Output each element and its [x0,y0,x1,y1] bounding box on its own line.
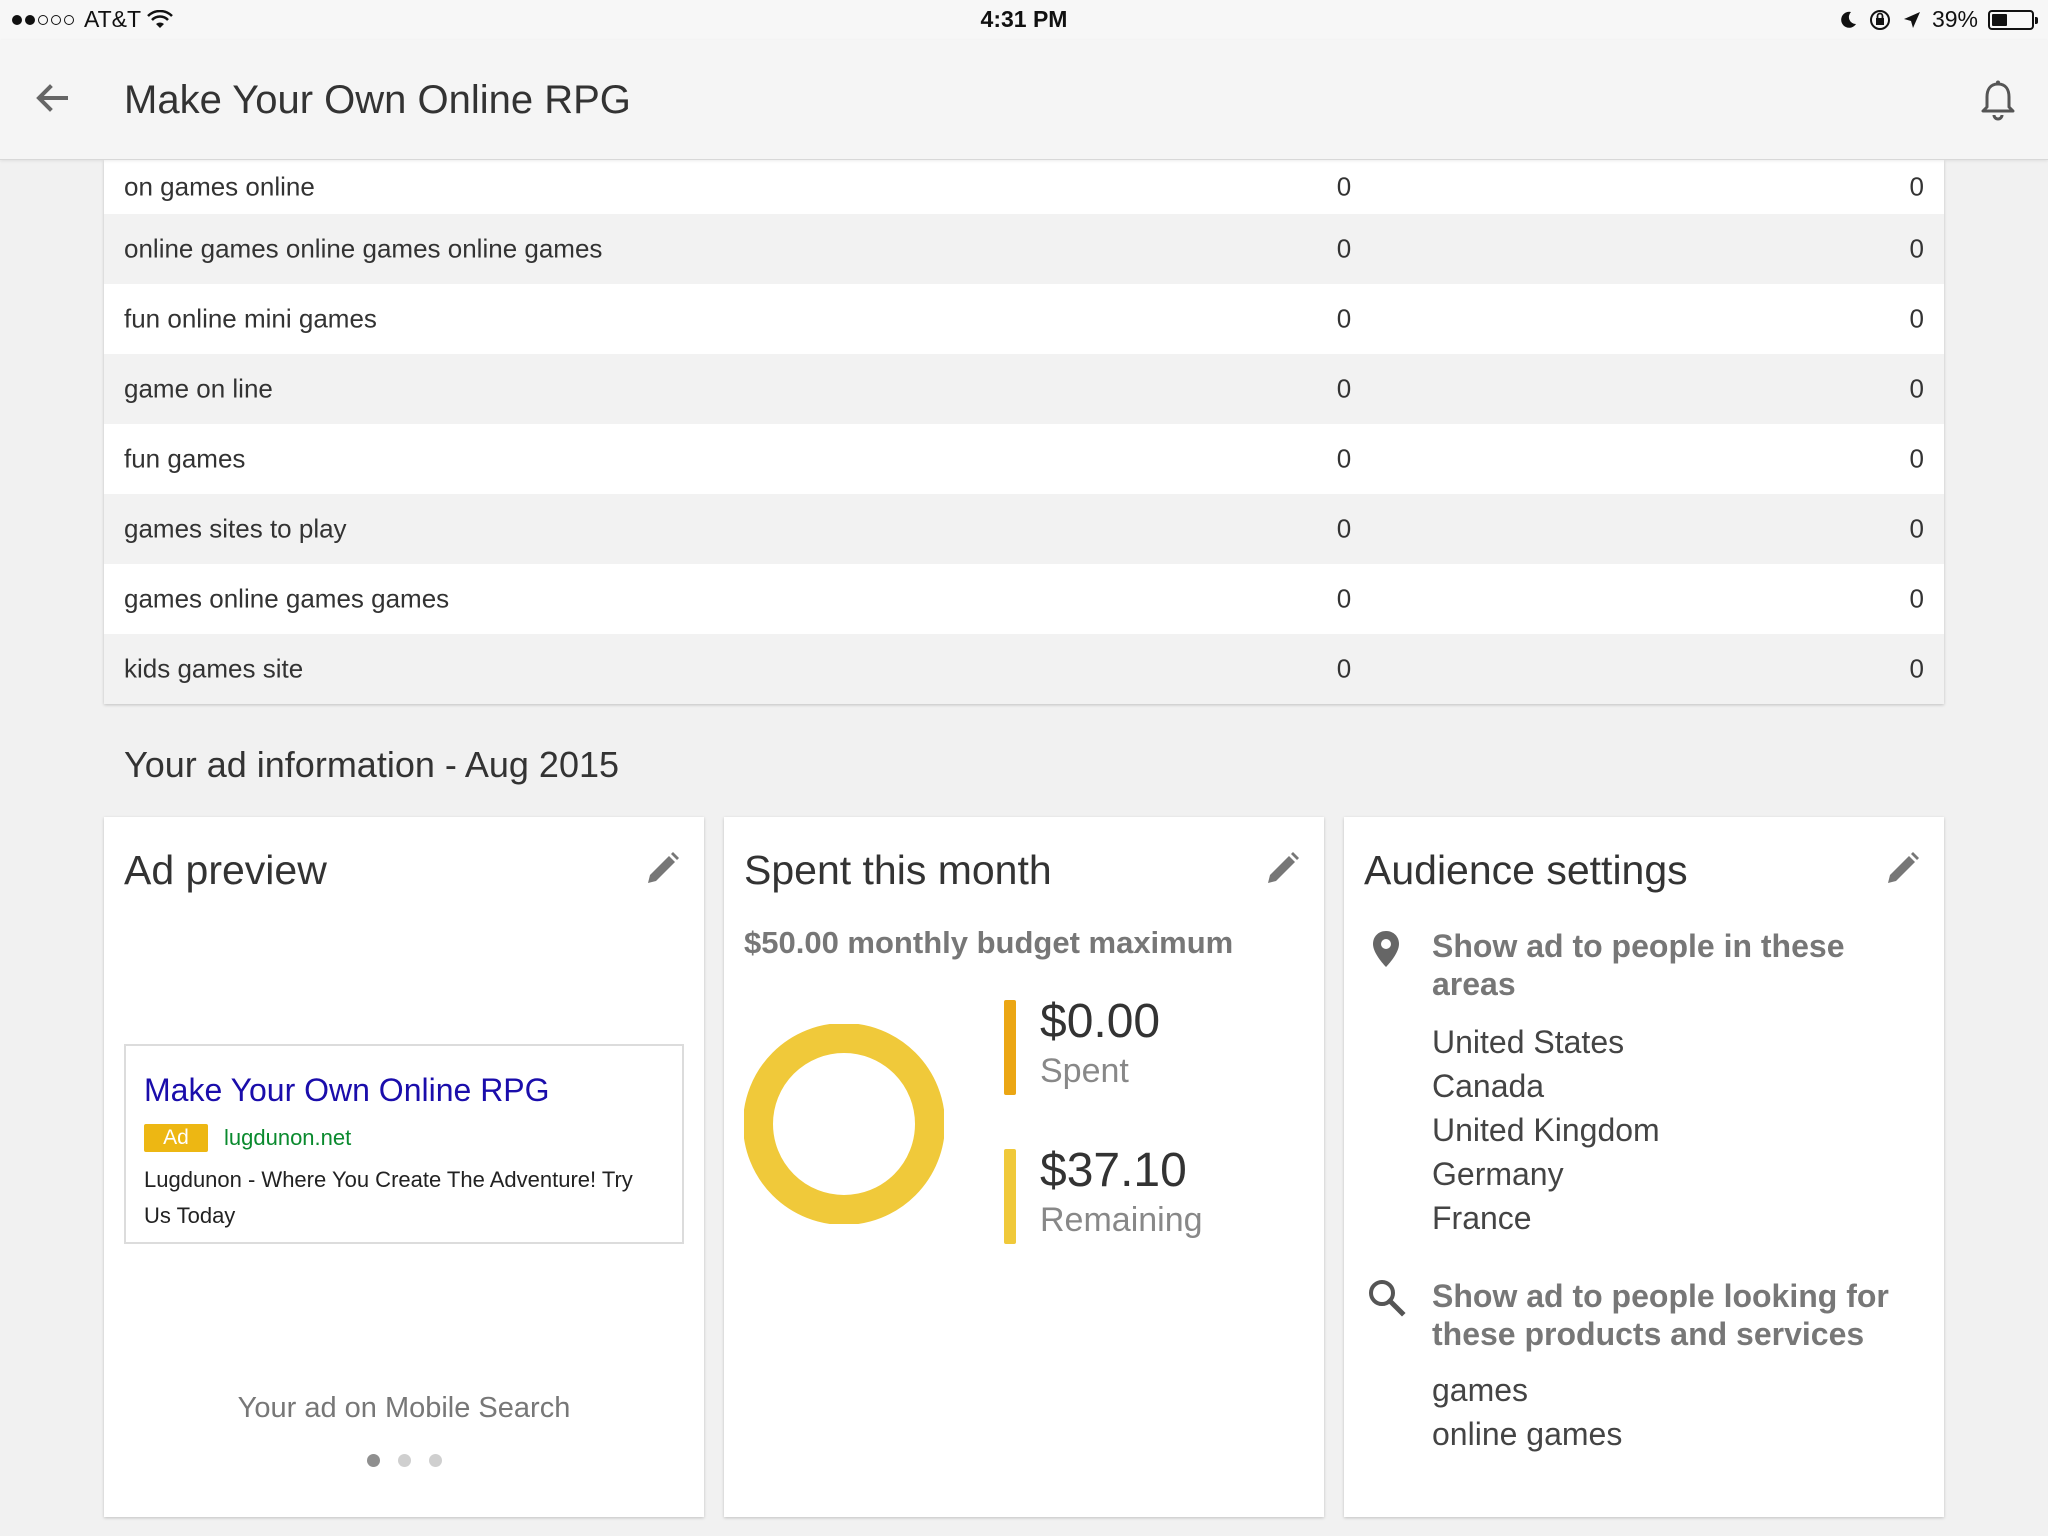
battery-percent: 39% [1931,6,1978,32]
value-cell: 0 [1336,513,1352,544]
battery-level [1992,13,2007,26]
value-cell: 0 [1909,303,1924,334]
ad-badge: Ad [144,1124,208,1152]
ad-headline-link[interactable]: Make Your Own Online RPG [144,1072,550,1109]
area-item: France [1432,1200,1532,1236]
carousel-dots [104,1454,704,1467]
page-title: Make Your Own Online RPG [124,78,631,122]
spent-title: Spent this month [744,847,1052,893]
area-item: Germany [1432,1156,1564,1192]
search-terms-list: games online games [1432,1368,1622,1456]
section-title: Your ad information - Aug 2015 [124,744,620,785]
ad-preview-box: Make Your Own Online RPG Ad lugdunon.net… [124,1044,684,1244]
value-cell: 0 [1909,233,1924,264]
ad-display-url[interactable]: lugdunon.net [224,1124,351,1152]
pencil-icon [1268,852,1299,883]
spent-card: Spent this month $50.00 monthly budget m… [724,817,1324,1517]
status-time: 4:31 PM [980,6,1068,32]
table-row: fun online mini games 0 0 [104,284,1944,354]
table-row: games online games games 0 0 [104,564,1944,634]
pencil-icon [648,852,679,883]
table-row: online games online games online games 0 0 [104,214,1944,284]
back-button[interactable] [30,76,74,120]
carousel-dot[interactable] [366,1454,380,1467]
edit-ad-button[interactable] [642,849,682,889]
spent-value: $0.00 [1040,995,1161,1048]
search-heading: Show ad to people looking for these prod… [1432,1278,1889,1352]
value-cell: 0 [1909,171,1924,202]
areas-list: United States Canada United Kingdom Germany… [1432,1020,1660,1240]
map-pin-icon [1373,931,1399,967]
ad-description: Lugdunon - Where You Create The Adventur… [144,1167,633,1228]
table-row: on games online 0 0 [104,160,1944,214]
value-cell: 0 [1336,443,1352,474]
audience-card: Audience settings Show ad to people in t… [1344,817,1944,1517]
value-cell: 0 [1336,583,1352,614]
value-cell: 0 [1909,373,1924,404]
remaining-value: $37.10 [1040,1144,1187,1197]
keyword-cell: game on line [124,373,273,404]
area-item: Canada [1432,1068,1545,1104]
keyword-cell: games sites to play [124,513,347,544]
value-cell: 0 [1909,443,1924,474]
search-icon [1369,1280,1406,1317]
budget-donut-chart [744,1024,944,1224]
keyword-cell: fun online mini games [124,303,377,334]
remaining-bar [1004,1149,1016,1244]
ad-preview-card: Ad preview Make Your Own Online RPG Ad l… [104,817,704,1517]
rotation-lock-icon [1869,9,1890,30]
edit-budget-button[interactable] [1262,849,1302,889]
spent-bar [1004,1000,1016,1095]
area-item: United Kingdom [1432,1112,1660,1148]
keyword-cell: kids games site [124,653,304,684]
notifications-button[interactable] [1978,78,2018,122]
status-right: 39% [1838,6,2038,33]
keyword-cell: online games online games online games [124,233,603,264]
status-bar: AT&T 4:31 PM 39% [0,0,2048,40]
table-row: game on line 0 0 [104,354,1944,424]
value-cell: 0 [1909,653,1924,684]
ad-preview-title: Ad preview [124,847,327,893]
keyword-table: on games online 0 0 online games online gam… [104,160,1944,704]
budget-maximum: $50.00 monthly budget maximum [744,925,1234,960]
value-cell: 0 [1336,373,1352,404]
arrow-left-icon [36,84,68,112]
search-term-item: games [1432,1372,1529,1408]
battery-icon [1988,9,2038,30]
keyword-cell: on games online [124,171,315,202]
location-arrow-icon [1903,11,1920,28]
donut-remaining-slice [744,1024,944,1224]
pencil-icon [1888,852,1919,883]
ad-caption: Your ad on Mobile Search [237,1392,571,1424]
value-cell: 0 [1909,583,1924,614]
keyword-cell: games online games games [124,583,450,614]
value-cell: 0 [1336,653,1352,684]
area-item: United States [1432,1024,1625,1060]
moon-icon [1841,11,1856,28]
edit-audience-button[interactable] [1882,849,1922,889]
carousel-dot[interactable] [428,1454,442,1467]
carousel-dot[interactable] [397,1454,411,1467]
value-cell: 0 [1336,303,1352,334]
table-row: fun games 0 0 [104,424,1944,494]
search-term-item: online games [1432,1416,1623,1452]
audience-title: Audience settings [1364,847,1688,893]
remaining-label: Remaining [1040,1201,1203,1239]
areas-heading: Show ad to people in these areas [1432,928,1845,1002]
value-cell: 0 [1336,233,1352,264]
keyword-cell: fun games [124,443,246,474]
bell-icon [1981,80,2015,121]
value-cell: 0 [1336,171,1352,202]
spent-label: Spent [1040,1052,1129,1090]
table-row: kids games site 0 0 [104,634,1944,704]
value-cell: 0 [1909,513,1924,544]
app-header: Make Your Own Online RPG [0,40,2048,160]
table-row: games sites to play 0 0 [104,494,1944,564]
